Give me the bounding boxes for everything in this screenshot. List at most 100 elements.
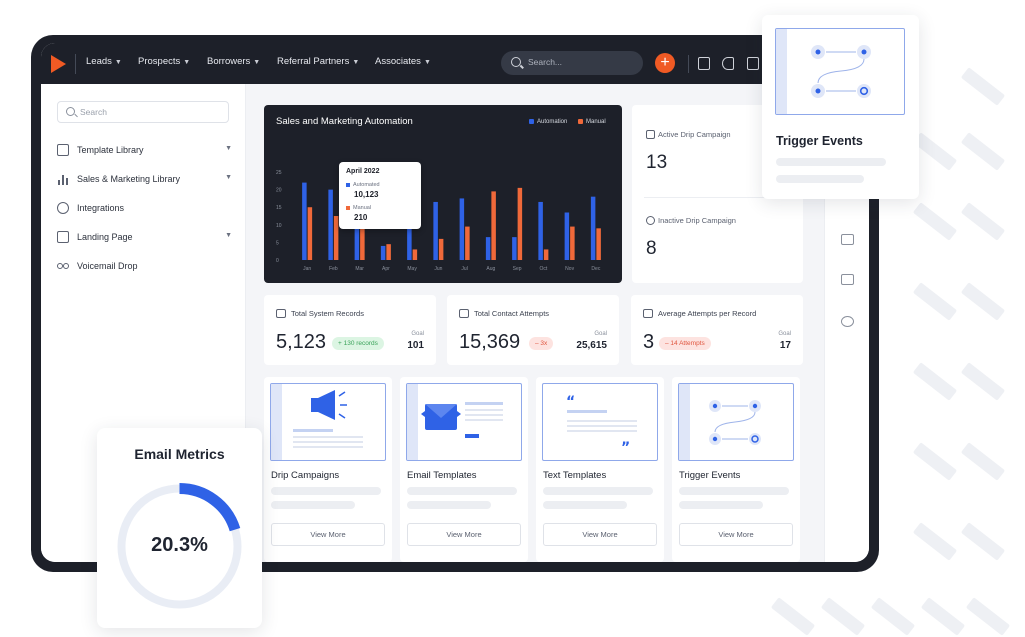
y-tick-label: 0 bbox=[276, 258, 279, 264]
integrations-icon bbox=[57, 202, 69, 214]
stat-value: 3 bbox=[643, 331, 655, 353]
bar-manual-jul[interactable] bbox=[465, 226, 470, 260]
phone-icon[interactable] bbox=[841, 316, 854, 327]
sidebar-item-integrations[interactable]: Integrations bbox=[57, 200, 232, 218]
bar-manual-feb[interactable] bbox=[333, 216, 339, 260]
feature-card-trigger-events: Trigger Events View More bbox=[672, 377, 800, 562]
bar-automation-apr[interactable] bbox=[380, 245, 386, 260]
document-icon[interactable] bbox=[698, 57, 710, 70]
bar-automation-nov[interactable] bbox=[564, 212, 570, 261]
megaphone-icon[interactable] bbox=[722, 57, 734, 70]
bar-manual-jun[interactable] bbox=[438, 238, 444, 260]
bar-manual-jan[interactable] bbox=[307, 207, 313, 260]
status-badge: + 130 records bbox=[332, 337, 384, 350]
x-tick-label: Sep bbox=[513, 266, 522, 272]
global-search-input[interactable]: Search... bbox=[501, 51, 643, 75]
status-badge: – 14 Attempts bbox=[659, 337, 711, 350]
nav-leads[interactable]: Leads ▼ bbox=[86, 56, 122, 67]
bar-automation-oct[interactable] bbox=[538, 201, 543, 260]
bar-automation-jun[interactable] bbox=[433, 201, 438, 260]
email-templates-illustration bbox=[406, 383, 522, 461]
tooltip-manual-value: 210 bbox=[354, 213, 368, 222]
database-icon bbox=[459, 309, 469, 318]
goal-value: 101 bbox=[407, 340, 424, 351]
chevron-down-icon: ▼ bbox=[225, 232, 232, 239]
stat-value: 5,123 bbox=[276, 331, 327, 353]
view-more-button[interactable]: View More bbox=[679, 523, 793, 546]
bar-automation-jul[interactable] bbox=[459, 198, 465, 260]
chat-icon[interactable] bbox=[841, 274, 854, 285]
sidebar-item-sales-marketing-library[interactable]: Sales & Marketing Library ▼ bbox=[57, 171, 232, 189]
bar-manual-may[interactable] bbox=[412, 249, 418, 260]
tooltip-title: April 2022 bbox=[346, 168, 380, 175]
bar-chart-icon bbox=[57, 173, 69, 185]
template-icon bbox=[57, 144, 69, 156]
trigger-flow-icon bbox=[709, 400, 761, 445]
sidebar-search-input[interactable]: Search bbox=[57, 101, 229, 123]
inactive-drip-value: 8 bbox=[646, 238, 657, 259]
trigger-events-illustration bbox=[678, 383, 794, 461]
skeleton-line bbox=[679, 501, 763, 509]
floating-trigger-events-card: Trigger Events bbox=[762, 15, 919, 199]
nav-referral-partners[interactable]: Referral Partners ▼ bbox=[277, 56, 359, 67]
stat-card-contact-attempts: Total Contact Attempts 15,369 – 3x Goal … bbox=[447, 295, 619, 365]
svg-text:“: “ bbox=[566, 394, 575, 410]
tooltip-automated-value: 10,123 bbox=[354, 190, 379, 199]
bar-automation-sep[interactable] bbox=[512, 237, 517, 260]
x-tick-label: May bbox=[407, 266, 417, 272]
goal-value: 17 bbox=[779, 340, 791, 351]
sidebar-item-voicemail-drop[interactable]: Voicemail Drop bbox=[57, 258, 232, 276]
view-more-button[interactable]: View More bbox=[271, 523, 385, 546]
landing-page-icon bbox=[57, 231, 69, 243]
nav-borrowers[interactable]: Borrowers ▼ bbox=[207, 56, 260, 67]
voicemail-icon bbox=[57, 260, 69, 272]
stat-card-system-records: Total System Records 5,123 + 130 records… bbox=[264, 295, 436, 365]
trigger-events-illustration bbox=[775, 28, 905, 115]
tooltip-automated-label: Automated bbox=[346, 182, 380, 188]
goal-value: 25,615 bbox=[576, 340, 607, 351]
sidebar-item-template-library[interactable]: Template Library ▼ bbox=[57, 142, 232, 160]
svg-text:”: ” bbox=[621, 440, 630, 456]
bar-automation-feb[interactable] bbox=[328, 189, 333, 260]
bar-automation-aug[interactable] bbox=[485, 237, 491, 260]
view-more-button[interactable]: View More bbox=[407, 523, 521, 546]
x-tick-label: Aug bbox=[486, 266, 495, 272]
calendar-icon[interactable] bbox=[747, 57, 759, 70]
bar-automation-jan[interactable] bbox=[302, 182, 307, 260]
legend-manual: Manual bbox=[578, 119, 606, 125]
bar-manual-nov[interactable] bbox=[570, 226, 575, 260]
x-tick-label: Mar bbox=[355, 266, 364, 272]
drip-campaigns-illustration bbox=[270, 383, 386, 461]
chevron-down-icon: ▼ bbox=[114, 59, 122, 66]
inactive-drip-label: Inactive Drip Campaign bbox=[658, 216, 736, 225]
x-tick-label: Jan bbox=[303, 266, 311, 272]
feature-title: Trigger Events bbox=[679, 470, 741, 481]
bar-manual-sep[interactable] bbox=[517, 187, 523, 260]
chevron-down-icon: ▼ bbox=[253, 59, 261, 66]
goal-label: Goal bbox=[778, 331, 791, 337]
x-tick-label: Jul bbox=[461, 266, 467, 272]
text-templates-illustration: “ ” bbox=[542, 383, 658, 461]
pause-icon bbox=[646, 216, 655, 225]
search-icon bbox=[66, 107, 75, 116]
sidebar-item-landing-page[interactable]: Landing Page ▼ bbox=[57, 229, 232, 247]
nav-associates[interactable]: Associates ▼ bbox=[375, 56, 431, 67]
nav-prospects[interactable]: Prospects ▼ bbox=[138, 56, 190, 67]
feature-title: Email Templates bbox=[407, 470, 477, 481]
bar-automation-dec[interactable] bbox=[590, 196, 596, 260]
x-tick-label: Dec bbox=[591, 266, 600, 272]
chevron-down-icon: ▼ bbox=[183, 59, 191, 66]
bar-manual-dec[interactable] bbox=[596, 228, 601, 260]
legend-automation: Automation bbox=[529, 119, 567, 125]
floating-email-metrics-card: Email Metrics 20.3% bbox=[97, 428, 262, 628]
brand-logo-icon[interactable] bbox=[51, 55, 66, 73]
ring-progress bbox=[179, 483, 241, 532]
bar-manual-aug[interactable] bbox=[491, 191, 496, 260]
bar-manual-oct[interactable] bbox=[543, 249, 549, 260]
bar-chart: 25 20 15 10 5 0 Jan Feb Mar Apr May Jun Jul Aug Sep Oct… bbox=[276, 170, 601, 272]
bar-manual-apr[interactable] bbox=[386, 244, 391, 260]
active-drip-label: Active Drip Campaign bbox=[658, 130, 731, 139]
add-button[interactable]: + bbox=[655, 53, 675, 73]
view-more-button[interactable]: View More bbox=[543, 523, 657, 546]
mail-icon[interactable] bbox=[841, 234, 854, 245]
